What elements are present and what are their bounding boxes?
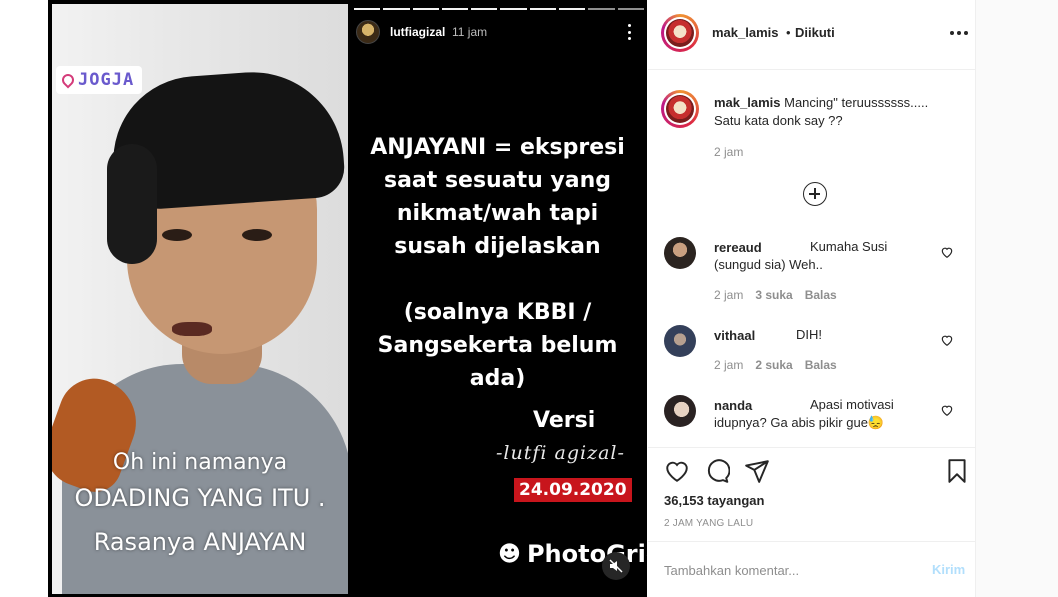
comment-like-heart-icon[interactable] <box>940 245 954 259</box>
mute-button[interactable] <box>602 552 630 580</box>
reply-button[interactable]: Balas <box>805 358 837 372</box>
story-left-panel: JOGJA Oh ini namanya ODADING YANG ITU . … <box>52 4 348 594</box>
header-divider <box>648 69 976 70</box>
speaker-muted-icon <box>609 559 623 573</box>
add-comment-input[interactable] <box>664 560 914 580</box>
comment-likes[interactable]: 3 suka <box>755 288 792 302</box>
more-options-icon[interactable] <box>950 31 968 35</box>
reply-button[interactable]: Balas <box>805 288 837 302</box>
comment-text-cont: idupnya? Ga abis pikir gue😓 <box>714 415 885 430</box>
story-author-username[interactable]: lutfiagizal <box>390 25 445 39</box>
person-eye-right <box>242 229 272 241</box>
story-text-line: nikmat/wah tapi <box>396 201 599 226</box>
comment-avatar[interactable] <box>664 395 696 427</box>
separator-dot: • <box>786 25 791 40</box>
comment-text: Kumaha Susi <box>810 239 888 254</box>
story-author-avatar[interactable] <box>356 20 380 44</box>
comment-like-heart-icon[interactable] <box>940 333 954 347</box>
date-badge: 24.09.2020 <box>514 478 632 502</box>
save-bookmark-icon[interactable] <box>944 458 970 484</box>
comment-like-heart-icon[interactable] <box>940 403 954 417</box>
post-media[interactable]: JOGJA Oh ini namanya ODADING YANG ITU . … <box>48 0 647 597</box>
caption-username[interactable]: mak_lamis <box>714 95 781 110</box>
story-more-icon[interactable] <box>626 24 632 40</box>
subtitle-line-1: Oh ini namanya <box>112 450 288 475</box>
story-text-line: ada) <box>469 366 526 391</box>
person-eye-left <box>162 229 192 241</box>
story-text-line: saat sesuatu yang <box>383 168 611 193</box>
comment-likes[interactable]: 2 suka <box>755 358 792 372</box>
subtitle-line-2: ODADING YANG ITU . <box>74 484 326 512</box>
location-pin-icon <box>59 71 77 89</box>
story-text-line: (soalnya KBBI / <box>403 300 592 325</box>
caption: mak_lamis Mancing" teruussssss..... Satu… <box>714 94 964 130</box>
author-signature: -lutfi agizal- <box>496 442 625 464</box>
post-author-username[interactable]: mak_lamis <box>712 25 779 40</box>
story-right-panel: lutfiagizal 11 jam ANJAYANI = ekspresi s… <box>348 0 647 597</box>
comment-text: Apasi motivasi <box>810 397 894 412</box>
comment-text: DIH! <box>796 327 822 342</box>
comment-username[interactable]: nanda <box>714 398 752 413</box>
comment-time: 2 jam <box>714 288 744 302</box>
share-paper-plane-icon[interactable] <box>744 458 770 484</box>
comment-bubble-icon[interactable] <box>704 458 730 484</box>
load-more-comments-button[interactable] <box>803 182 827 206</box>
location-sticker[interactable]: JOGJA <box>56 66 143 94</box>
follow-status[interactable]: Diikuti <box>795 25 835 40</box>
comment-meta: 2 jam 3 suka Balas <box>714 288 837 302</box>
post-comment-button[interactable]: Kirim <box>932 562 965 577</box>
story-text-line: Sangsekerta belum <box>377 333 618 358</box>
post-actions <box>664 458 970 486</box>
caption-time: 2 jam <box>714 145 744 159</box>
comment-avatar[interactable] <box>664 325 696 357</box>
story-progress-bar <box>354 8 644 10</box>
post-side-panel: mak_lamis • Diikuti mak_lamis Mancing" t… <box>648 0 976 597</box>
story-text-line: susah dijelaskan <box>394 234 601 259</box>
view-count[interactable]: 36,153 tayangan <box>664 493 764 508</box>
story-time: 11 jam <box>452 25 488 39</box>
comment-time: 2 jam <box>714 358 744 372</box>
comment-avatar[interactable] <box>664 237 696 269</box>
subtitle-line-3: Rasanya ANJAYAN <box>93 528 307 556</box>
comment-text-cont: (sungud sia) Weh.. <box>714 257 823 272</box>
caption-text-2: Satu kata donk say ?? <box>714 113 843 128</box>
person-mouth <box>172 322 212 336</box>
versi-label: Versi <box>533 408 596 433</box>
page-background-right <box>976 0 1058 597</box>
comment-username[interactable]: rereaud <box>714 240 762 255</box>
caption-text-1: Mancing" teruussssss..... <box>784 95 929 110</box>
story-text-line: ANJAYANI = ekspresi <box>370 135 625 160</box>
post-timestamp: 2 JAM YANG LALU <box>664 518 754 529</box>
post-author-avatar[interactable] <box>661 14 699 52</box>
person-hair-side <box>107 144 157 264</box>
comment-username[interactable]: vithaal <box>714 328 755 343</box>
actions-divider <box>648 447 976 448</box>
caption-avatar[interactable] <box>661 90 699 128</box>
comment-meta: 2 jam 2 suka Balas <box>714 358 837 372</box>
like-heart-icon[interactable] <box>664 458 690 484</box>
location-text: JOGJA <box>78 70 135 90</box>
add-comment-bar: Kirim <box>648 541 976 597</box>
photogrid-logo-icon: ☻ <box>498 541 521 567</box>
